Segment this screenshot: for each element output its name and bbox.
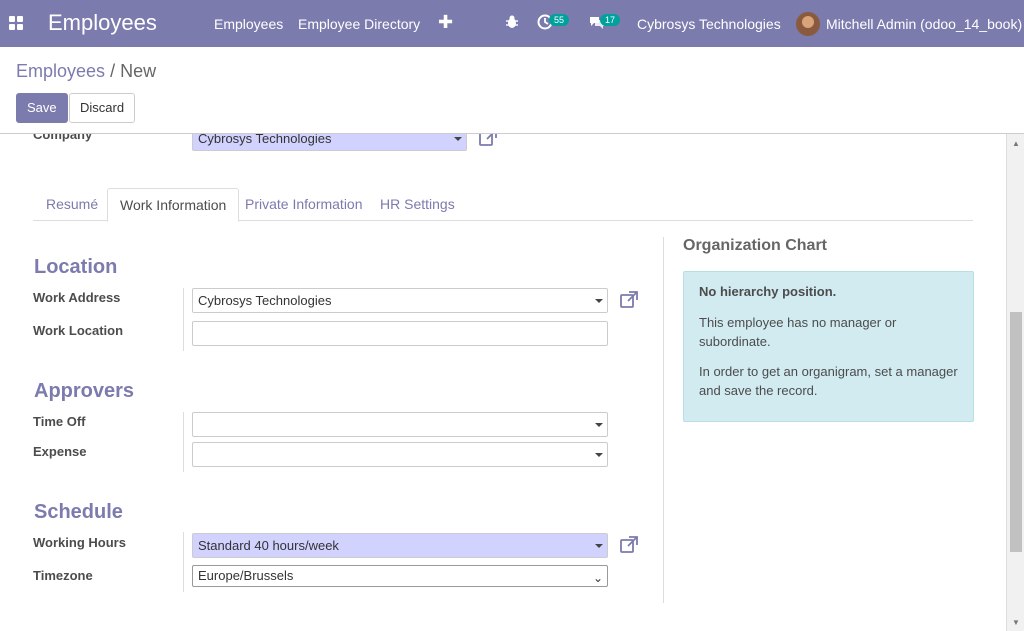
control-panel: Employees / New Save Discard	[0, 47, 1024, 134]
save-button[interactable]: Save	[16, 93, 68, 123]
discard-button[interactable]: Discard	[69, 93, 136, 123]
working-hours-label: Working Hours	[33, 535, 126, 550]
org-chart-heading: No hierarchy position.	[699, 284, 837, 299]
org-chart-message-1: This employee has no manager or subordin…	[699, 315, 897, 349]
schedule-group-divider	[183, 532, 184, 592]
menu-employees[interactable]: Employees	[214, 16, 283, 32]
breadcrumb: Employees / New	[16, 61, 156, 82]
time-off-approver-field[interactable]	[192, 412, 608, 437]
message-count-badge: 17	[600, 14, 621, 26]
time-off-dropdown-caret-icon	[595, 423, 603, 427]
apps-menu-icon[interactable]	[9, 16, 23, 30]
company-switcher[interactable]: Cybrosys Technologies	[637, 16, 781, 32]
timezone-select[interactable]: Europe/Brussels ⌄	[192, 565, 608, 587]
timezone-label: Timezone	[33, 568, 93, 583]
work-address-field[interactable]: Cybrosys Technologies	[192, 288, 608, 313]
approvers-group-divider	[183, 412, 184, 472]
org-chart-info-box: No hierarchy position. This employee has…	[683, 271, 974, 422]
scroll-up-arrow-icon[interactable]: ▲	[1012, 139, 1020, 148]
work-address-dropdown-caret-icon	[595, 299, 603, 303]
tab-hr-settings[interactable]: HR Settings	[368, 188, 467, 221]
location-section-title: Location	[34, 256, 118, 278]
scrollbar-thumb[interactable]	[1010, 312, 1022, 552]
org-chart-title: Organization Chart	[683, 237, 828, 254]
expense-label: Expense	[33, 444, 87, 459]
top-navbar: Employees Employees Employee Directory ✚…	[0, 0, 1024, 47]
work-address-value: Cybrosys Technologies	[198, 293, 332, 308]
company-field[interactable]: Cybrosys Technologies	[192, 134, 467, 151]
user-menu[interactable]: Mitchell Admin (odoo_14_book)	[826, 16, 1022, 32]
tab-work-information[interactable]: Work Information	[107, 188, 240, 222]
employee-form: Company Cybrosys Technologies Resumé Wor…	[0, 134, 1006, 631]
work-address-label: Work Address	[33, 290, 121, 305]
tab-private-information[interactable]: Private Information	[233, 188, 375, 221]
breadcrumb-separator: /	[110, 61, 116, 81]
working-hours-value: Standard 40 hours/week	[198, 538, 339, 553]
debug-bug-icon[interactable]	[505, 14, 519, 30]
working-hours-field[interactable]: Standard 40 hours/week	[192, 533, 608, 558]
company-dropdown-caret-icon	[454, 137, 462, 141]
location-group-divider	[183, 288, 184, 351]
org-chart-message-2: In order to get an organigram, set a man…	[699, 364, 958, 398]
activity-count-badge: 55	[549, 14, 570, 26]
menu-employee-directory[interactable]: Employee Directory	[298, 16, 420, 32]
working-hours-external-link-icon[interactable]	[619, 535, 639, 555]
tab-resume[interactable]: Resumé	[34, 188, 110, 221]
expense-approver-field[interactable]	[192, 442, 608, 467]
user-avatar[interactable]	[796, 12, 820, 36]
timezone-chevron-down-icon: ⌄	[592, 571, 603, 585]
work-location-label: Work Location	[33, 323, 124, 338]
working-hours-dropdown-caret-icon	[595, 544, 603, 548]
company-value: Cybrosys Technologies	[198, 134, 332, 146]
company-edit-external-icon[interactable]	[478, 134, 498, 148]
timezone-value: Europe/Brussels	[198, 568, 294, 583]
approvers-section-title: Approvers	[34, 380, 135, 402]
notebook-tabs: Resumé Work Information Private Informat…	[33, 188, 973, 222]
breadcrumb-current: New	[120, 61, 157, 81]
time-off-label: Time Off	[33, 414, 86, 429]
scroll-down-arrow-icon[interactable]: ▼	[1012, 618, 1020, 627]
app-title[interactable]: Employees	[48, 10, 157, 36]
expense-dropdown-caret-icon	[595, 453, 603, 457]
work-location-input[interactable]	[192, 321, 608, 346]
work-address-external-link-icon[interactable]	[619, 290, 639, 310]
add-menu-icon[interactable]: ✚	[438, 12, 453, 33]
schedule-section-title: Schedule	[34, 501, 123, 523]
breadcrumb-parent[interactable]: Employees	[16, 61, 105, 81]
form-scrollbar[interactable]: ▲ ▼	[1006, 134, 1024, 631]
column-divider	[663, 237, 664, 603]
company-label: Company	[33, 134, 93, 142]
